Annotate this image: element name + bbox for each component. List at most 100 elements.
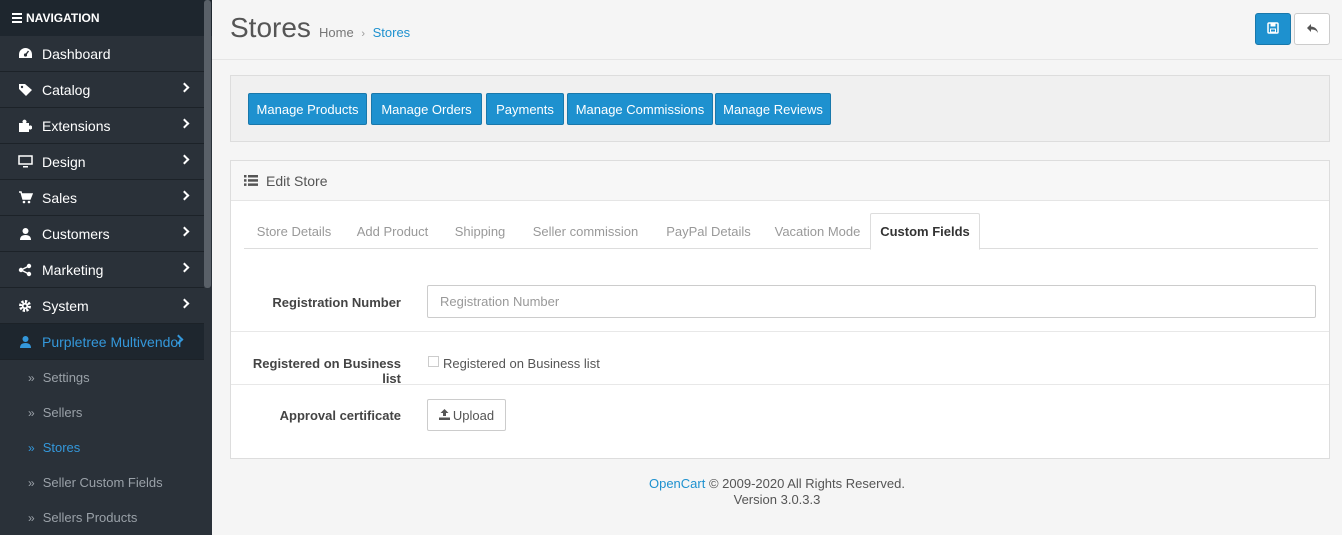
breadcrumb-home[interactable]: Home — [319, 25, 354, 40]
sidebar-item-customers[interactable]: Customers — [0, 216, 204, 252]
sidebar-subitem-label: Stores — [42, 440, 81, 455]
sidebar-subitem-seller-custom-fields[interactable]: » Seller Custom Fields — [0, 465, 204, 500]
page-header: Stores Home › Stores — [212, 0, 1342, 60]
sidebar-submenu: » Settings » Sellers » Stores » Seller C… — [0, 360, 212, 535]
tab-store-details[interactable]: Store Details — [244, 213, 344, 249]
dashboard-icon — [17, 46, 33, 62]
upload-icon — [438, 408, 450, 423]
sidebar-subitem-sellers[interactable]: » Sellers — [0, 395, 204, 430]
business-list-row: Registered on Business list Registered o… — [231, 346, 1329, 386]
sidebar-item-label: Extensions — [42, 117, 111, 134]
double-chevron-icon: » — [28, 475, 35, 490]
footer: OpenCart © 2009-2020 All Rights Reserved… — [212, 476, 1342, 508]
chevron-right-icon — [179, 154, 190, 165]
nav-header-label: NAVIGATION — [26, 11, 100, 25]
sidebar-item-label: Sales — [42, 189, 78, 206]
floppy-disk-icon — [1267, 21, 1279, 37]
business-list-label: Registered on Business list — [252, 356, 401, 386]
tags-icon — [17, 82, 33, 98]
double-chevron-icon: » — [28, 440, 35, 455]
share-icon — [17, 262, 33, 278]
tab-paypal-details[interactable]: PayPal Details — [652, 213, 765, 249]
sidebar-item-marketing[interactable]: Marketing — [0, 252, 204, 288]
desktop-icon — [17, 154, 33, 170]
tab-seller-commission[interactable]: Seller commission — [519, 213, 652, 249]
sidebar-item-sales[interactable]: Sales — [0, 180, 204, 216]
manage-orders-button[interactable]: Manage Orders — [371, 93, 482, 125]
chevron-right-icon — [179, 82, 190, 93]
sidebar-item-catalog[interactable]: Catalog — [0, 72, 204, 108]
manage-products-button[interactable]: Manage Products — [248, 93, 367, 125]
approval-certificate-label: Approval certificate — [279, 408, 401, 423]
sidebar-item-label: Customers — [42, 225, 110, 242]
manage-commissions-button[interactable]: Manage Commissions — [567, 93, 713, 125]
sidebar-item-design[interactable]: Design — [0, 144, 204, 180]
tab-bar: Store Details Add Product Shipping Selle… — [244, 213, 1318, 250]
sidebar-item-label: System — [42, 297, 89, 314]
sidebar-item-label: Design — [42, 153, 86, 170]
sidebar-item-label: Marketing — [42, 261, 104, 278]
manage-buttons-panel: Manage Products Manage Orders Payments M… — [230, 75, 1330, 142]
double-chevron-icon: » — [28, 370, 35, 385]
footer-version: Version 3.0.3.3 — [733, 492, 821, 507]
upload-button[interactable]: Upload — [427, 399, 506, 431]
business-list-checkbox[interactable] — [428, 356, 439, 367]
row-divider — [231, 331, 1329, 332]
breadcrumb-current[interactable]: Stores — [373, 25, 411, 40]
manage-reviews-button[interactable]: Manage Reviews — [715, 93, 831, 125]
chevron-right-icon — [179, 262, 190, 273]
cart-icon — [17, 190, 33, 206]
back-button[interactable] — [1294, 13, 1330, 45]
user-icon — [17, 226, 33, 242]
gear-icon — [17, 298, 33, 314]
sidebar-item-label: Purpletree Multivendor — [42, 333, 183, 350]
chevron-right-icon — [179, 226, 190, 237]
tab-add-product[interactable]: Add Product — [344, 213, 441, 249]
sidebar-subitem-stores[interactable]: » Stores — [0, 430, 204, 465]
registration-number-input[interactable] — [427, 285, 1316, 318]
opencart-link[interactable]: OpenCart — [649, 476, 705, 491]
payments-button[interactable]: Payments — [486, 93, 564, 125]
sidebar-subitem-sellers-products[interactable]: » Sellers Products — [0, 500, 204, 535]
double-chevron-icon: » — [28, 510, 35, 525]
sidebar-subitem-label: Seller Custom Fields — [42, 475, 163, 490]
row-divider — [231, 384, 1329, 385]
sidebar-subitem-label: Sellers Products — [42, 510, 138, 525]
bars-icon — [12, 11, 22, 25]
sidebar-scrollbar[interactable] — [204, 0, 211, 288]
breadcrumb-separator: › — [361, 28, 365, 40]
approval-certificate-row: Approval certificate Upload — [231, 399, 1329, 435]
registration-number-row: Registration Number — [231, 285, 1329, 321]
sidebar-subitem-label: Settings — [42, 370, 90, 385]
tab-vacation-mode[interactable]: Vacation Mode — [765, 213, 870, 249]
save-button[interactable] — [1255, 13, 1291, 45]
puzzle-icon — [17, 118, 33, 134]
edit-store-panel: Edit Store Store Details Add Product Shi… — [230, 160, 1330, 459]
sidebar-item-extensions[interactable]: Extensions — [0, 108, 204, 144]
sidebar-item-dashboard[interactable]: Dashboard — [0, 36, 204, 72]
registration-number-label: Registration Number — [272, 295, 401, 310]
sidebar-subitem-label: Sellers — [42, 405, 83, 420]
business-list-checkbox-label[interactable]: Registered on Business list — [443, 356, 600, 371]
panel-title: Edit Store — [266, 172, 328, 189]
sidebar-subitem-settings[interactable]: » Settings — [0, 360, 204, 395]
sidebar-item-label: Dashboard — [42, 45, 111, 62]
sidebar-item-system[interactable]: System — [0, 288, 204, 324]
tab-custom-fields[interactable]: Custom Fields — [870, 213, 980, 250]
sidebar-item-label: Catalog — [42, 81, 91, 98]
sidebar-item-purpletree-multivendor[interactable]: Purpletree Multivendor — [0, 324, 204, 360]
nav-header[interactable]: NAVIGATION — [0, 0, 212, 36]
breadcrumb: Home › Stores — [319, 25, 410, 40]
upload-button-label: Upload — [452, 407, 495, 423]
footer-rights: © 2009-2020 All Rights Reserved. — [708, 476, 906, 491]
user-icon — [17, 334, 33, 350]
chevron-right-icon — [179, 190, 190, 201]
double-chevron-icon: » — [28, 405, 35, 420]
sidebar: NAVIGATION Dashboard Catalog Extensions … — [0, 0, 212, 535]
reply-icon — [1306, 22, 1319, 37]
tab-shipping[interactable]: Shipping — [441, 213, 519, 249]
page-title: Stores — [230, 12, 311, 43]
panel-heading: Edit Store — [231, 161, 1329, 201]
chevron-right-icon — [179, 118, 190, 129]
list-icon — [244, 173, 258, 189]
